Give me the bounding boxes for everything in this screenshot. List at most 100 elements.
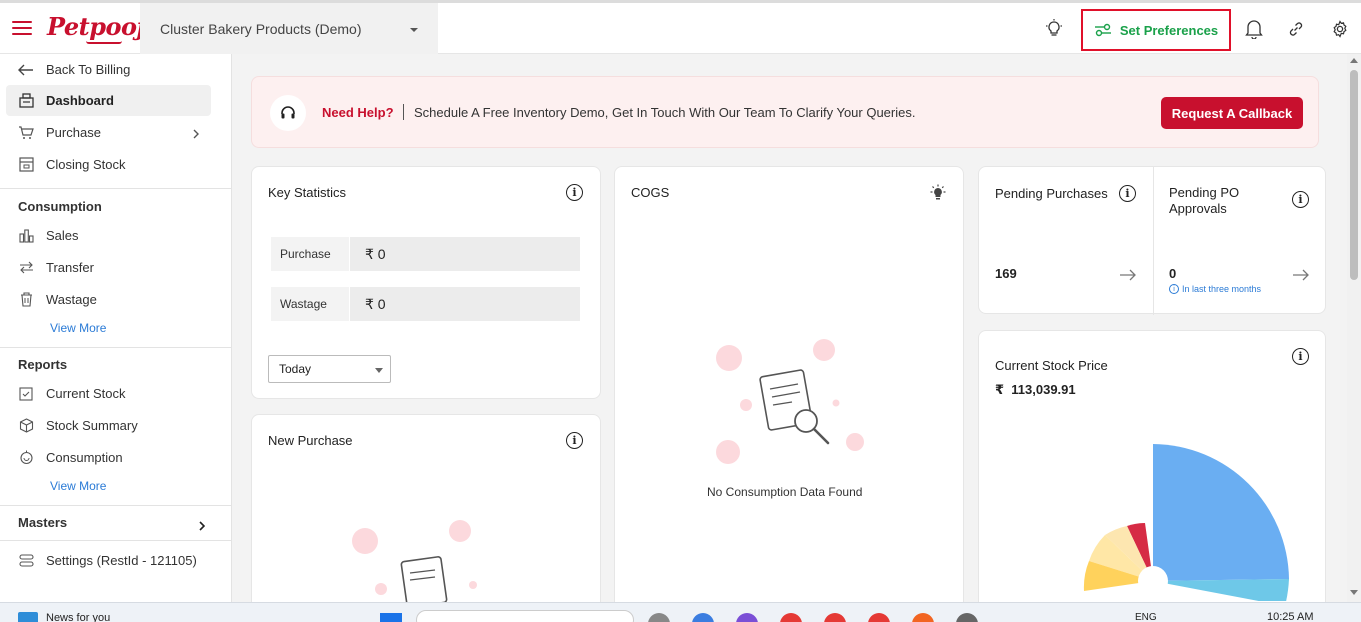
outlet-select[interactable]: Cluster Bakery Products (Demo) (140, 3, 438, 54)
stat-value: ₹ 0 (350, 287, 580, 321)
sidebar-item-dashboard[interactable]: Dashboard (6, 85, 211, 116)
pending-po-value: 0 (1169, 266, 1177, 281)
windows-start-icon[interactable] (380, 613, 402, 622)
taskbar-language[interactable]: ENG (1135, 612, 1157, 622)
transfer-arrows-icon (18, 260, 34, 276)
help-separator (403, 104, 404, 120)
chevron-right-icon[interactable] (199, 518, 206, 536)
sidebar-item-settings[interactable]: Settings (RestId - 121105) (6, 545, 211, 576)
lightbulb-icon[interactable] (1042, 17, 1066, 41)
info-small-icon: i (1169, 284, 1179, 294)
chevron-down-icon (410, 28, 418, 32)
section-title-reports: Reports (18, 357, 68, 372)
top-header: Petpooja Cluster Bakery Products (Demo) … (0, 0, 1361, 54)
sidebar-item-sales[interactable]: Sales (6, 220, 211, 251)
sidebar-item-purchase[interactable]: Purchase (6, 117, 211, 148)
info-icon[interactable]: i (566, 432, 583, 449)
lightbulb-tip-icon[interactable] (929, 184, 947, 207)
stat-row-purchase: Purchase ₹ 0 (271, 237, 580, 271)
taskbar-app-icon[interactable] (956, 613, 978, 622)
no-data-illustration (716, 339, 864, 464)
pending-card: Pending Purchases i 169 Pending PO Appro… (978, 166, 1326, 315)
card-title: New Purchase (268, 433, 353, 448)
stat-label: Purchase (271, 237, 349, 271)
sidebar-item-current-stock[interactable]: Current Stock (6, 378, 211, 409)
view-more-consumption-link[interactable]: View More (50, 321, 106, 335)
pie-slice (1153, 579, 1289, 601)
pending-purchases-title: Pending Purchases (995, 186, 1108, 201)
arrow-left-icon (18, 62, 34, 78)
sidebar-item-label: Current Stock (46, 386, 126, 401)
request-callback-button[interactable]: Request A Callback (1161, 97, 1303, 129)
sidebar-item-label: Stock Summary (46, 418, 138, 433)
taskbar-app-icon[interactable] (648, 613, 670, 622)
scroll-down-arrow[interactable] (1350, 590, 1358, 595)
set-preferences-label: Set Preferences (1119, 22, 1219, 38)
taskbar-search-box[interactable] (416, 610, 634, 622)
help-title: Need Help? (322, 105, 394, 120)
sidebar-item-masters[interactable]: Masters (18, 515, 67, 530)
box-icon (18, 157, 34, 173)
page-scrollbar[interactable] (1347, 54, 1361, 602)
bell-icon[interactable] (1242, 17, 1266, 41)
info-icon[interactable]: i (1292, 348, 1309, 365)
scroll-up-arrow[interactable] (1350, 58, 1358, 63)
view-more-reports-link[interactable]: View More (50, 479, 106, 493)
os-taskbar: News for you ENG 10:25 AM (0, 602, 1361, 622)
bar-chart-icon (18, 228, 34, 244)
link-icon[interactable] (1284, 17, 1308, 41)
logo-swoosh (86, 41, 122, 44)
pending-purchases-value: 169 (995, 266, 1017, 281)
news-widget-icon[interactable] (18, 612, 38, 622)
sidebar-item-back-to-billing[interactable]: Back To Billing (6, 54, 211, 85)
taskbar-app-icon[interactable] (736, 613, 758, 622)
taskbar-app-icon[interactable] (824, 613, 846, 622)
sidebar-item-closing-stock[interactable]: Closing Stock (6, 149, 211, 180)
cubes-icon (18, 418, 34, 434)
arrow-right-icon[interactable] (1119, 268, 1137, 286)
card-title: COGS (631, 185, 670, 200)
date-range-select[interactable]: Today (268, 355, 391, 383)
sidebar-item-stock-summary[interactable]: Stock Summary (6, 410, 211, 441)
sidebar-item-label: Wastage (46, 292, 97, 307)
sidebar-item-wastage[interactable]: Wastage (6, 284, 211, 315)
stat-label: Wastage (271, 287, 349, 321)
current-stock-price-card: Current Stock Price i ₹ 113,039.91 (978, 330, 1326, 602)
taskbar-clock[interactable]: 10:25 AM (1267, 611, 1313, 622)
trash-icon (18, 292, 34, 308)
stat-value: ₹ 0 (350, 237, 580, 271)
set-preferences-button[interactable]: Set Preferences (1081, 9, 1231, 51)
no-data-illustration (352, 520, 477, 602)
chevron-right-icon (193, 127, 199, 142)
sidebar-divider (0, 540, 231, 541)
info-icon[interactable]: i (1292, 191, 1309, 208)
hamburger-menu-icon[interactable] (12, 21, 32, 35)
preferences-sliders-icon (1094, 23, 1111, 37)
help-banner: Need Help? Schedule A Free Inventory Dem… (251, 76, 1319, 148)
taskbar-app-icon[interactable] (692, 613, 714, 622)
settings-sliders-icon (18, 553, 34, 569)
info-icon[interactable]: i (1119, 185, 1136, 202)
sidebar-item-label: Settings (RestId - 121105) (46, 553, 197, 568)
sidebar: Back To Billing Dashboard Purchase Closi… (0, 54, 232, 602)
pending-po-title: Pending PO Approvals (1169, 185, 1240, 216)
section-title-consumption: Consumption (18, 199, 102, 214)
taskbar-app-icon[interactable] (868, 613, 890, 622)
sidebar-divider (0, 188, 231, 189)
sidebar-item-label: Dashboard (46, 93, 114, 108)
sidebar-item-transfer[interactable]: Transfer (6, 252, 211, 283)
stat-row-wastage: Wastage ₹ 0 (271, 287, 580, 321)
chevron-down-icon (375, 368, 383, 373)
sidebar-divider (0, 347, 231, 348)
arrow-right-icon[interactable] (1292, 268, 1310, 286)
sidebar-item-label: Consumption (46, 450, 123, 465)
cart-icon (18, 125, 34, 141)
info-icon[interactable]: i (566, 184, 583, 201)
sidebar-item-consumption[interactable]: Consumption (6, 442, 211, 473)
taskbar-app-icon[interactable] (780, 613, 802, 622)
outlet-select-value: Cluster Bakery Products (Demo) (160, 20, 362, 37)
taskbar-news[interactable]: News for you (46, 612, 110, 622)
taskbar-app-icon[interactable] (912, 613, 934, 622)
scroll-thumb[interactable] (1350, 70, 1358, 280)
gear-icon[interactable] (1328, 17, 1352, 41)
